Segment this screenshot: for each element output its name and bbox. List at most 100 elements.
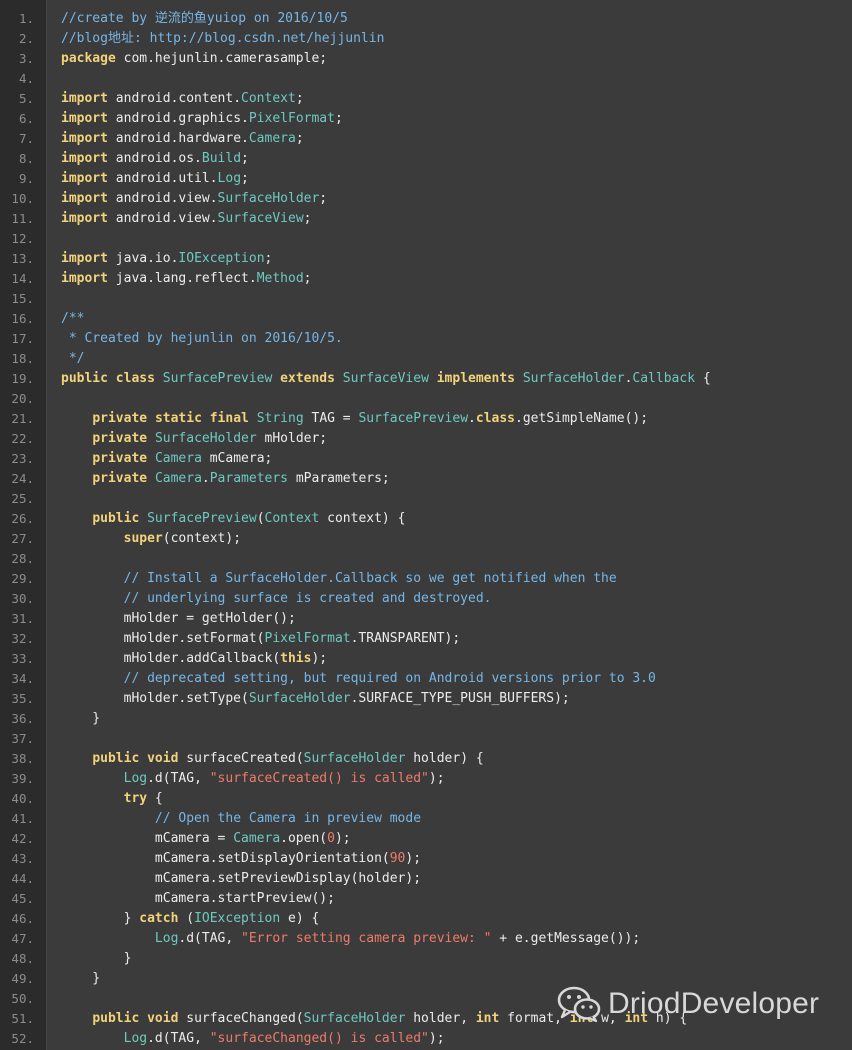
line-number: 5. xyxy=(18,91,34,106)
code-line: 47. Log.d(TAG, "Error setting camera pre… xyxy=(0,929,852,949)
code-line: 33. mHolder.addCallback(this); xyxy=(0,649,852,669)
code-line: 2. //blog地址: http://blog.csdn.net/hejjunl… xyxy=(0,29,852,49)
code-text: mCamera.setPreviewDisplay(holder); xyxy=(61,869,421,889)
code-token: Log xyxy=(123,771,148,786)
code-text: mHolder.setType(SurfaceHolder.SURFACE_TY… xyxy=(61,689,570,709)
code-token: Parameters xyxy=(209,471,289,486)
code-text: private Camera.Parameters mParameters; xyxy=(61,469,389,489)
code-token: .open( xyxy=(280,831,328,846)
code-token: android.view. xyxy=(107,211,218,226)
line-number: 49. xyxy=(11,971,34,986)
code-text: // Install a SurfaceHolder.Callback so w… xyxy=(61,569,617,589)
code-text: } xyxy=(61,969,100,989)
line-number: 4. xyxy=(18,71,34,86)
code-token: // underlying surface is created and des… xyxy=(123,591,492,606)
code-token: Camera xyxy=(154,471,202,486)
code-token: } xyxy=(61,911,140,926)
code-token: mHolder.setType( xyxy=(61,691,249,706)
line-number: 21. xyxy=(11,411,34,426)
line-number: 23. xyxy=(11,451,34,466)
code-token: * Created by hejunlin on 2016/10/5. xyxy=(61,331,343,346)
code-token: public xyxy=(92,1011,140,1026)
code-line: 31. mHolder = getHolder(); xyxy=(0,609,852,629)
code-line: 10. import android.view.SurfaceHolder; xyxy=(0,189,852,209)
line-number: 28. xyxy=(11,551,34,566)
code-token: IOException xyxy=(178,251,265,266)
code-token: mCamera; xyxy=(201,451,273,466)
line-number: 15. xyxy=(11,291,34,306)
code-token: import xyxy=(61,111,108,126)
code-text: } xyxy=(61,709,100,729)
code-token: .d(TAG, xyxy=(147,771,210,786)
code-token: extends xyxy=(280,371,335,386)
code-token: import xyxy=(61,251,108,266)
code-text: package com.hejunlin.camerasample; xyxy=(61,49,327,69)
line-number: 25. xyxy=(11,491,34,506)
code-token: */ xyxy=(61,351,85,366)
code-token: 90 xyxy=(389,851,406,866)
code-line: 14. import java.lang.reflect.Method; xyxy=(0,269,852,289)
code-token: SurfaceView xyxy=(342,371,429,386)
code-token: catch xyxy=(139,911,179,926)
code-token: ; xyxy=(334,111,343,126)
code-token: static xyxy=(154,411,202,426)
code-token: "Error setting camera preview: " xyxy=(241,931,492,946)
code-lines: 1. //create by 逆流的鱼yuiop on 2016/10/5 2. //… xyxy=(0,9,852,1049)
line-number: 9. xyxy=(18,171,34,186)
code-token: private xyxy=(92,431,148,446)
code-token: ; xyxy=(319,191,328,206)
code-token: .getSimpleName(); xyxy=(515,411,649,426)
code-token: import xyxy=(61,151,108,166)
code-token: Callback xyxy=(632,371,696,386)
code-line: 15. xyxy=(0,289,852,309)
code-token: // Install a SurfaceHolder.Callback so w… xyxy=(123,571,617,586)
line-number: 43. xyxy=(11,851,34,866)
line-number: 36. xyxy=(11,711,34,726)
code-text: public void surfaceCreated(SurfaceHolder… xyxy=(61,749,483,769)
code-token: PixelFormat xyxy=(248,111,335,126)
code-text: import java.io.IOException; xyxy=(61,249,272,269)
line-number: 3. xyxy=(18,51,34,66)
code-token: // deprecated setting, but required on A… xyxy=(123,671,656,686)
code-token: mHolder; xyxy=(256,431,328,446)
code-token: android.graphics. xyxy=(107,111,249,126)
code-token: java.io. xyxy=(107,251,179,266)
code-token: ; xyxy=(241,171,249,186)
code-line: 4. xyxy=(0,69,852,89)
watermark: DriodDeveloper xyxy=(556,982,819,1026)
code-token: public xyxy=(92,511,140,526)
code-token: private xyxy=(92,411,148,426)
code-text: //create by 逆流的鱼yuiop on 2016/10/5 xyxy=(61,9,348,29)
code-token: 0 xyxy=(327,831,335,846)
code-token: public xyxy=(92,751,140,766)
code-text: private static final String TAG = Surfac… xyxy=(61,409,648,429)
code-token: } xyxy=(61,971,101,986)
code-line: 40. try { xyxy=(0,789,852,809)
code-line: 24. private Camera.Parameters mParameter… xyxy=(0,469,852,489)
line-number: 40. xyxy=(11,791,34,806)
code-token: Context xyxy=(264,511,320,526)
code-line: 52. Log.d(TAG, "surfaceChanged() is call… xyxy=(0,1029,852,1049)
code-token: public xyxy=(61,371,108,386)
code-token: final xyxy=(209,411,249,426)
code-text: } catch (IOException e) { xyxy=(61,909,320,929)
code-token: ; xyxy=(295,91,304,106)
code-line: 1. //create by 逆流的鱼yuiop on 2016/10/5 xyxy=(0,9,852,29)
line-number: 7. xyxy=(18,131,34,146)
line-number: 8. xyxy=(18,151,34,166)
code-token: Method xyxy=(256,271,304,286)
line-number: 19. xyxy=(11,371,34,386)
code-token: { xyxy=(695,371,711,386)
code-token: { xyxy=(147,791,163,806)
code-line: 25. xyxy=(0,489,852,509)
code-token: mCamera.setDisplayOrientation( xyxy=(61,851,390,866)
code-token: mHolder.setFormat( xyxy=(61,631,265,646)
code-token: SurfaceHolder xyxy=(248,691,351,706)
